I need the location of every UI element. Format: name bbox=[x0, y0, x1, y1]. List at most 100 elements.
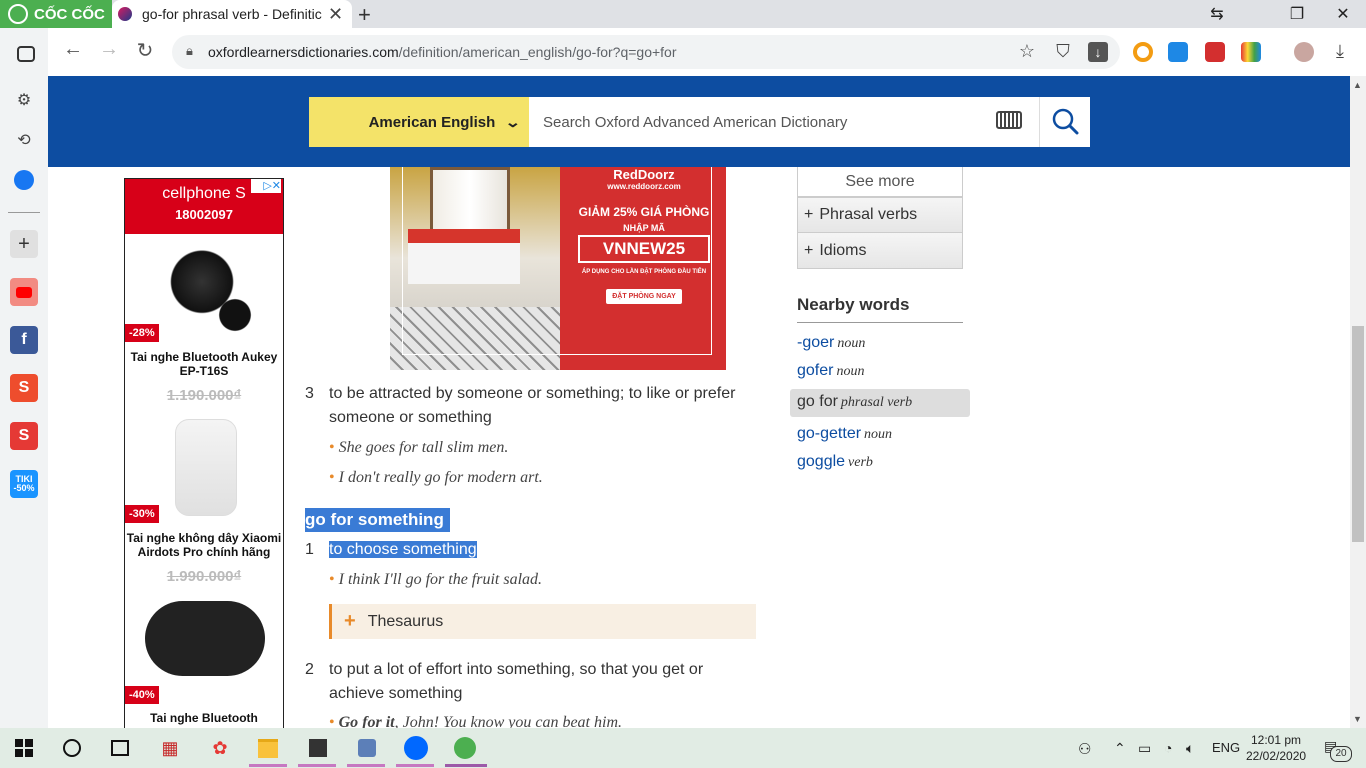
maximize-button[interactable]: ❐ bbox=[1282, 4, 1312, 24]
add-app-icon[interactable]: + bbox=[10, 230, 38, 258]
ad-phone: 18002097 bbox=[175, 207, 233, 222]
nearby-words-heading: Nearby words bbox=[797, 295, 910, 314]
nearby-word-link[interactable]: goggle verb bbox=[797, 453, 873, 471]
show-hidden-icons[interactable]: ⌃ bbox=[1114, 740, 1126, 757]
history-icon[interactable]: ⟲ bbox=[10, 126, 38, 154]
sense-definition: to put a lot of effort into something, s… bbox=[329, 661, 704, 702]
facebook-icon[interactable]: f bbox=[10, 326, 38, 354]
shield-icon[interactable]: ⛉ bbox=[1051, 41, 1075, 62]
clock-date: 22/02/2020 bbox=[1246, 749, 1307, 763]
nearby-word-link[interactable]: go-getter noun bbox=[797, 425, 892, 443]
phrasal-verbs-toggle[interactable]: + Phrasal verbs bbox=[797, 197, 963, 233]
app-icon-2[interactable]: ✿ bbox=[206, 734, 234, 762]
lock-icon[interactable]: 🔒︎ bbox=[186, 43, 193, 59]
coccoc-menu-button[interactable]: CỐC CỐC bbox=[0, 0, 112, 28]
new-tab-button[interactable]: + bbox=[358, 2, 371, 28]
windows-logo-icon bbox=[15, 739, 33, 757]
sub-headword: go for something bbox=[305, 508, 450, 532]
forward-icon[interactable]: → bbox=[96, 38, 122, 61]
coccoc-logo-icon bbox=[8, 4, 28, 24]
running-indicator bbox=[396, 764, 434, 767]
windows-start-icon[interactable] bbox=[10, 734, 38, 762]
app-icon-1[interactable]: ▦ bbox=[156, 734, 184, 762]
people-icon[interactable]: ⚇ bbox=[1078, 740, 1091, 758]
sense-number: 1 bbox=[305, 541, 314, 558]
search-icon[interactable] bbox=[58, 734, 86, 762]
extension-colors-icon[interactable] bbox=[1241, 42, 1261, 62]
scroll-down-icon[interactable]: ▼ bbox=[1353, 714, 1362, 724]
tab-active[interactable]: go-for phrasal verb - Definitic ✕ bbox=[112, 0, 352, 28]
product-image-earbuds bbox=[145, 601, 265, 676]
hotel-frame-line bbox=[402, 167, 712, 355]
product-name: Tai nghe Bluetooth Aukey EP-T16S bbox=[130, 350, 278, 378]
clock[interactable]: 12:01 pm 22/02/2020 bbox=[1246, 732, 1306, 764]
wifi-icon[interactable]: ◔ bbox=[1164, 740, 1172, 756]
thesaurus-label: Thesaurus bbox=[367, 612, 444, 630]
extension-red-icon[interactable] bbox=[1205, 42, 1225, 62]
product-name: Tai nghe Bluetooth bbox=[150, 711, 258, 725]
idioms-toggle[interactable]: + Idioms bbox=[797, 233, 963, 269]
tab-title: go-for phrasal verb - Definitic bbox=[142, 6, 322, 22]
sidebar-toggle-icon[interactable] bbox=[17, 46, 35, 62]
product-name: Tai nghe không dây Xiaomi Airdots Pro ch… bbox=[126, 531, 282, 559]
discount-badge: -28% bbox=[125, 324, 159, 342]
shopee-icon[interactable]: S bbox=[10, 374, 38, 402]
settings-icon[interactable]: ⚙ bbox=[10, 86, 38, 114]
discount-badge: -30% bbox=[125, 505, 159, 523]
bookmark-star-icon[interactable]: ☆ bbox=[1015, 41, 1039, 62]
running-indicator bbox=[445, 764, 487, 767]
battery-icon[interactable]: ▭ bbox=[1138, 740, 1151, 757]
downloads-icon[interactable]: ⤓ bbox=[1328, 41, 1352, 62]
example-sentence: • I think I'll go for the fruit salad. bbox=[329, 571, 543, 588]
extension-coccoc-icon[interactable] bbox=[1133, 42, 1153, 62]
back-icon[interactable]: ← bbox=[60, 38, 86, 61]
search-icon bbox=[1052, 108, 1079, 135]
cellphones-ad[interactable]: cellphone S 18002097 ▷✕ -28% Tai nghe Bl… bbox=[124, 178, 284, 738]
hotel-ad[interactable]: RedDoorz www.reddoorz.com GIẢM 25% GIÁ P… bbox=[390, 167, 726, 370]
language-selector[interactable]: American English ⌄ bbox=[309, 97, 529, 147]
app-icon-3[interactable] bbox=[353, 734, 381, 762]
profile-avatar[interactable] bbox=[1294, 42, 1314, 62]
tab-close-icon[interactable]: ✕ bbox=[328, 4, 343, 25]
plus-icon: + bbox=[804, 206, 814, 223]
minimize-button[interactable]: ⇆ bbox=[1202, 4, 1232, 24]
volume-icon[interactable]: 🔈︎ bbox=[1186, 740, 1194, 757]
oxford-favicon-icon bbox=[118, 7, 132, 21]
input-language[interactable]: ENG bbox=[1212, 740, 1240, 755]
notification-count-badge: 20 bbox=[1330, 746, 1352, 762]
keyboard-icon[interactable] bbox=[996, 111, 1022, 129]
sense-definition: to be attracted by someone or something;… bbox=[329, 385, 736, 426]
nearby-word-link[interactable]: gofer noun bbox=[797, 362, 864, 380]
zalo-icon[interactable] bbox=[402, 734, 430, 762]
file-explorer-icon[interactable] bbox=[254, 734, 282, 762]
scrollbar-thumb[interactable] bbox=[1352, 326, 1364, 542]
discount-badge: -40% bbox=[125, 686, 159, 704]
url-text[interactable]: oxfordlearnersdictionaries.com/definitio… bbox=[208, 44, 677, 60]
close-window-button[interactable]: ✕ bbox=[1328, 4, 1358, 24]
scroll-up-icon[interactable]: ▲ bbox=[1353, 80, 1362, 90]
tiki-icon[interactable]: TIKI -50% bbox=[10, 470, 38, 498]
extension-new-icon[interactable] bbox=[1168, 42, 1188, 62]
download-page-icon[interactable]: ↓ bbox=[1088, 42, 1108, 62]
search-button[interactable] bbox=[1039, 97, 1090, 147]
thesaurus-toggle[interactable]: + Thesaurus bbox=[329, 604, 756, 639]
chevron-down-icon: ⌄ bbox=[504, 113, 522, 130]
youtube-icon[interactable] bbox=[10, 278, 38, 306]
brand-label: CỐC CỐC bbox=[34, 5, 105, 23]
adchoices-icon[interactable]: ▷✕ bbox=[251, 179, 281, 193]
search-input[interactable] bbox=[529, 97, 1039, 147]
windows-taskbar bbox=[0, 728, 1366, 768]
task-view-icon[interactable] bbox=[106, 734, 134, 762]
sense-number: 3 bbox=[305, 385, 314, 402]
sendo-icon[interactable]: S bbox=[10, 422, 38, 450]
see-more-button[interactable]: See more bbox=[797, 167, 963, 197]
nearby-word-link[interactable]: -goer noun bbox=[797, 334, 865, 352]
coccoc-taskbar-icon[interactable] bbox=[451, 734, 479, 762]
messenger-icon[interactable] bbox=[10, 166, 38, 194]
plus-icon: + bbox=[804, 241, 814, 259]
product-price: 1.190.000₫ bbox=[166, 387, 242, 404]
running-indicator bbox=[249, 764, 287, 767]
nearby-word-current[interactable]: go for phrasal verb bbox=[797, 393, 912, 411]
sticky-notes-icon[interactable] bbox=[304, 734, 332, 762]
reload-icon[interactable]: ↻ bbox=[132, 38, 158, 63]
